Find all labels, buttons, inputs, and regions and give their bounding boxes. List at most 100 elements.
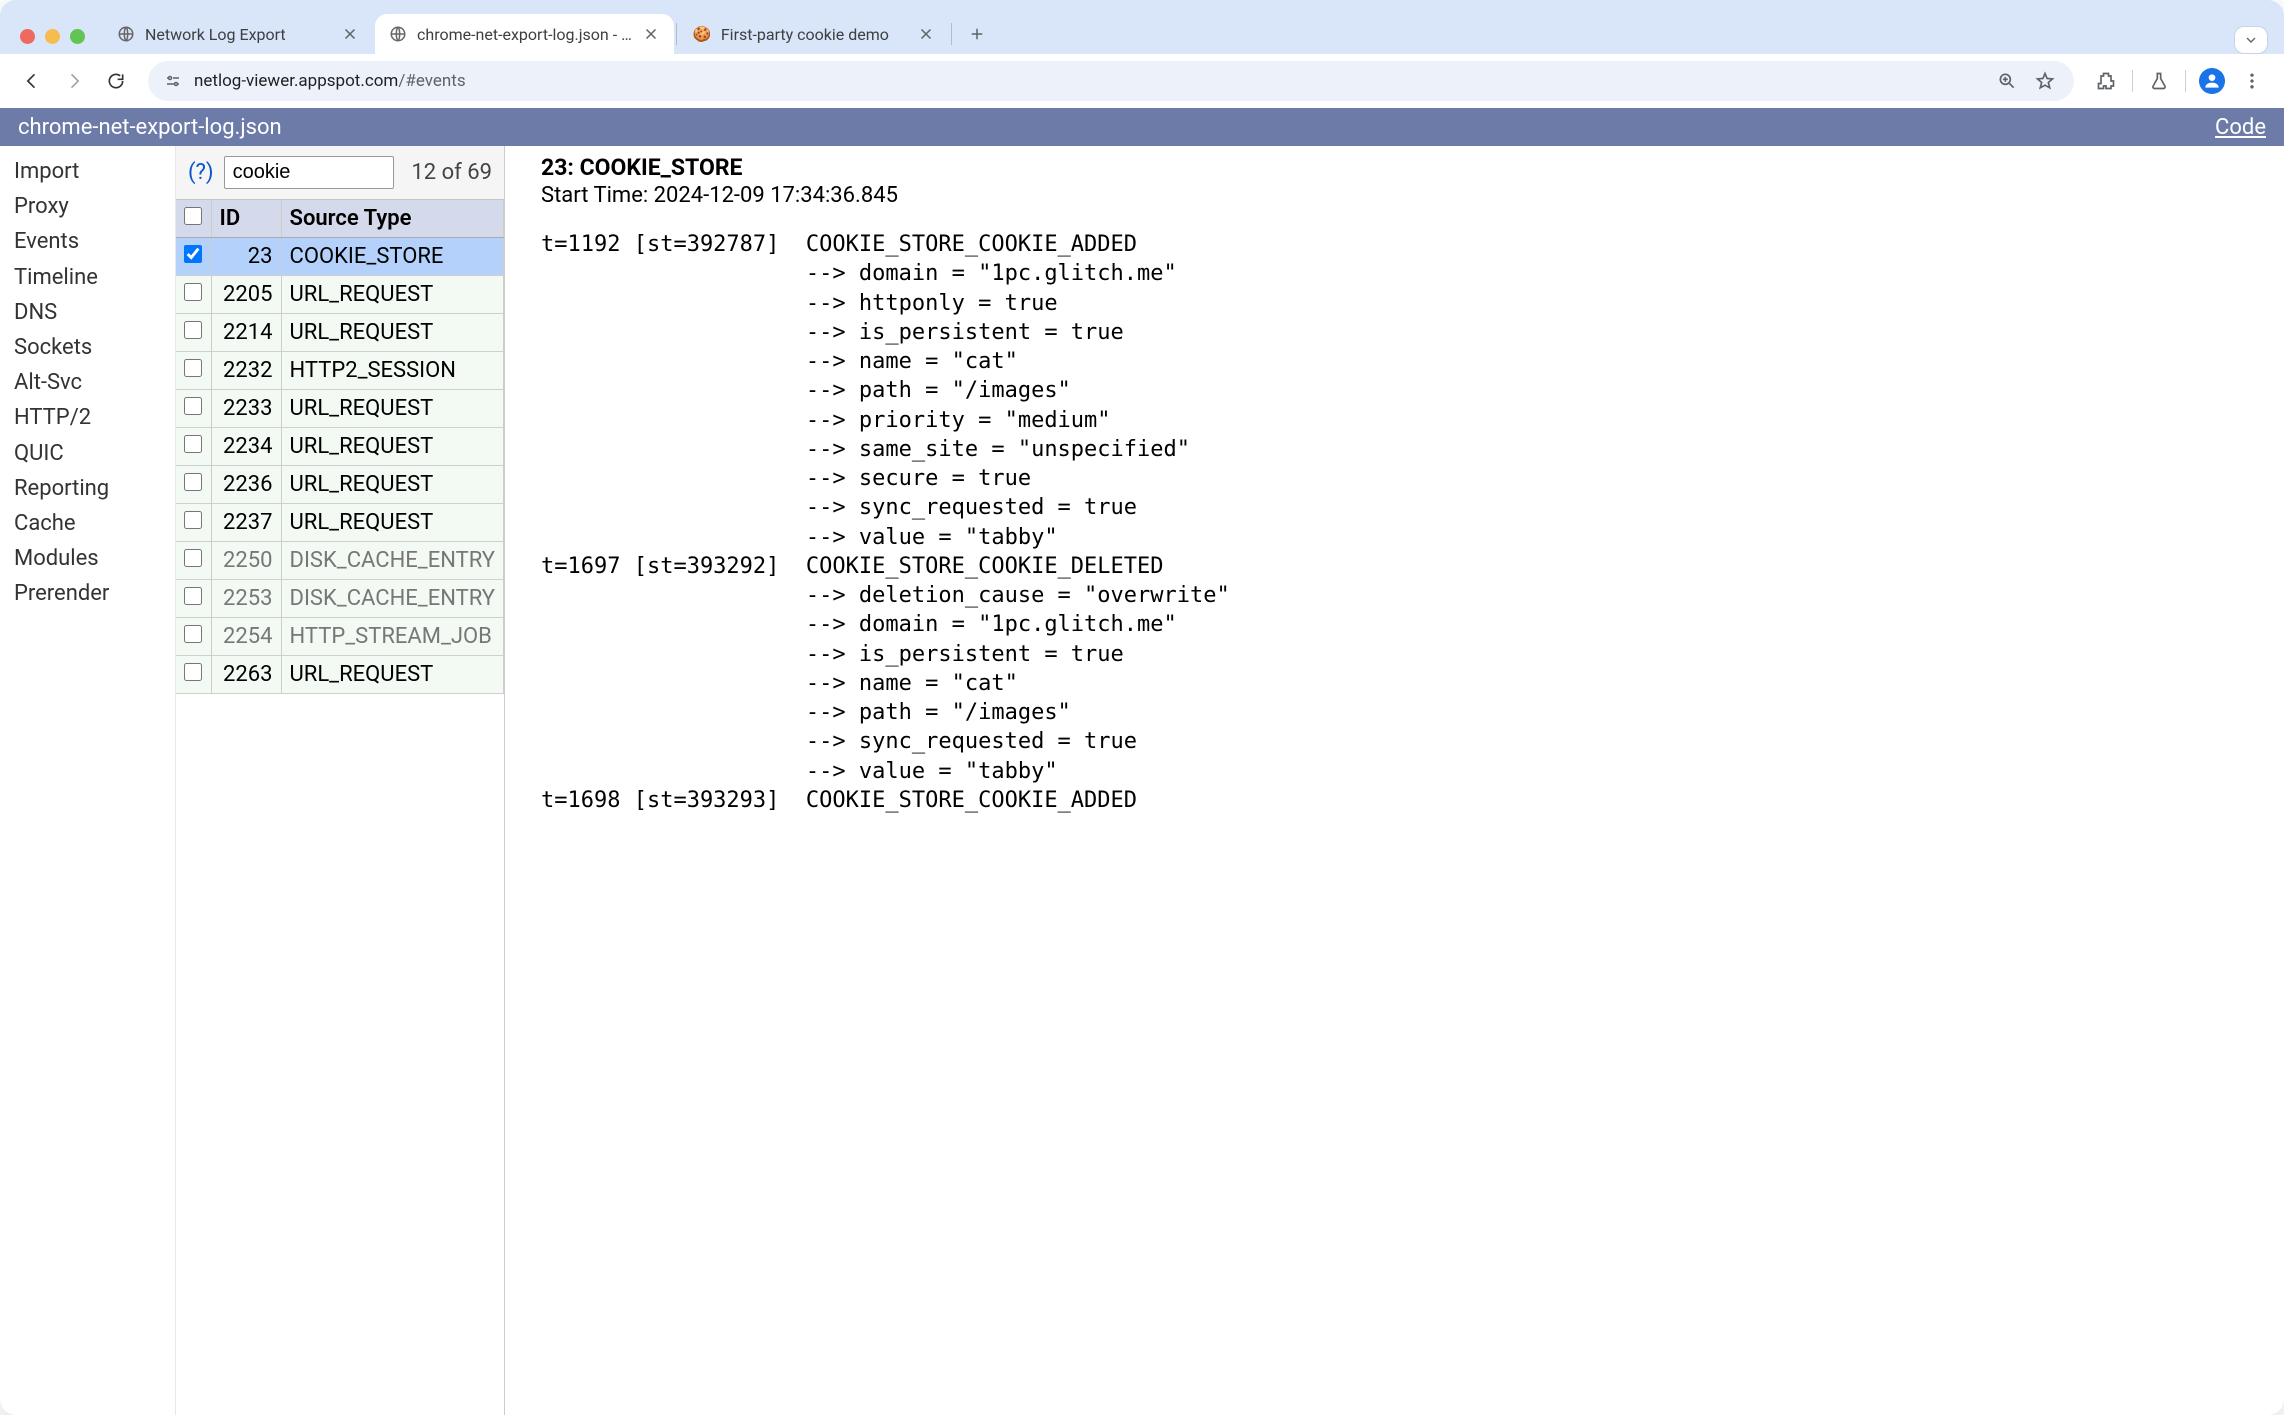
table-row[interactable]: 2232HTTP2_SESSION: [176, 352, 504, 390]
nav-item-proxy[interactable]: Proxy: [14, 189, 161, 224]
row-id: 2263: [211, 656, 281, 694]
tab-separator: [951, 23, 952, 45]
select-all-cell: [176, 200, 211, 238]
tab-overflow-button[interactable]: [2234, 26, 2268, 54]
table-row[interactable]: 2234URL_REQUEST: [176, 428, 504, 466]
tab-strip: Network Log Export chrome-net-export-log…: [0, 0, 2284, 54]
row-type: URL_REQUEST: [281, 504, 503, 542]
profile-button[interactable]: [2194, 63, 2230, 99]
row-checkbox-cell: [176, 618, 211, 656]
nav-item-reporting[interactable]: Reporting: [14, 471, 161, 506]
row-checkbox-cell: [176, 238, 211, 276]
row-id: 2232: [211, 352, 281, 390]
table-row[interactable]: 2237URL_REQUEST: [176, 504, 504, 542]
row-checkbox-cell: [176, 466, 211, 504]
table-row[interactable]: 2254HTTP_STREAM_JOB: [176, 618, 504, 656]
row-type: URL_REQUEST: [281, 390, 503, 428]
nav-item-events[interactable]: Events: [14, 224, 161, 259]
labs-icon[interactable]: [2141, 63, 2177, 99]
kebab-menu-button[interactable]: [2234, 63, 2270, 99]
bookmark-icon[interactable]: [2032, 68, 2058, 94]
table-row[interactable]: 2233URL_REQUEST: [176, 390, 504, 428]
toolbar: netlog-viewer.appspot.com/#events: [0, 54, 2284, 108]
row-checkbox-cell: [176, 580, 211, 618]
filter-input[interactable]: [224, 156, 394, 189]
nav-item-modules[interactable]: Modules: [14, 541, 161, 576]
close-icon[interactable]: [642, 25, 660, 43]
row-checkbox[interactable]: [184, 321, 202, 339]
table-row[interactable]: 23COOKIE_STORE: [176, 238, 504, 276]
nav-item-quic[interactable]: QUIC: [14, 436, 161, 471]
zoom-icon[interactable]: [1994, 68, 2020, 94]
row-checkbox-cell: [176, 656, 211, 694]
row-checkbox-cell: [176, 352, 211, 390]
table-row[interactable]: 2205URL_REQUEST: [176, 276, 504, 314]
cookie-icon: 🍪: [693, 25, 711, 43]
table-row[interactable]: 2214URL_REQUEST: [176, 314, 504, 352]
new-tab-button[interactable]: [960, 17, 994, 51]
filter-row: (?) 12 of 69: [176, 146, 504, 200]
back-button[interactable]: [14, 63, 50, 99]
select-all-checkbox[interactable]: [184, 207, 202, 225]
minimize-window-button[interactable]: [45, 29, 60, 44]
row-type: URL_REQUEST: [281, 314, 503, 352]
id-header[interactable]: ID: [211, 200, 281, 238]
row-checkbox[interactable]: [184, 245, 202, 263]
row-checkbox[interactable]: [184, 625, 202, 643]
row-checkbox[interactable]: [184, 397, 202, 415]
row-type: DISK_CACHE_ENTRY: [281, 580, 503, 618]
row-type: HTTP_STREAM_JOB: [281, 618, 503, 656]
url-text: netlog-viewer.appspot.com/#events: [194, 71, 1982, 91]
forward-button[interactable]: [56, 63, 92, 99]
row-checkbox[interactable]: [184, 359, 202, 377]
fullscreen-window-button[interactable]: [70, 29, 85, 44]
row-id: 2250: [211, 542, 281, 580]
tab-0[interactable]: Network Log Export: [103, 14, 373, 54]
close-icon[interactable]: [341, 25, 359, 43]
table-row[interactable]: 2250DISK_CACHE_ENTRY: [176, 542, 504, 580]
app-filename: chrome-net-export-log.json: [18, 115, 282, 140]
omnibox[interactable]: netlog-viewer.appspot.com/#events: [148, 61, 2074, 101]
row-type: HTTP2_SESSION: [281, 352, 503, 390]
table-row[interactable]: 2236URL_REQUEST: [176, 466, 504, 504]
app-header: chrome-net-export-log.json Code: [0, 108, 2284, 146]
close-window-button[interactable]: [20, 29, 35, 44]
site-settings-icon[interactable]: [164, 72, 182, 90]
detail-title: 23: COOKIE_STORE: [541, 154, 2280, 181]
code-link[interactable]: Code: [2215, 115, 2266, 140]
nav-item-alt-svc[interactable]: Alt-Svc: [14, 365, 161, 400]
browser-chrome: Network Log Export chrome-net-export-log…: [0, 0, 2284, 108]
close-icon[interactable]: [917, 25, 935, 43]
nav-item-cache[interactable]: Cache: [14, 506, 161, 541]
detail-start-time: Start Time: 2024-12-09 17:34:36.845: [541, 183, 2280, 208]
filter-help-link[interactable]: (?): [188, 160, 214, 185]
nav-item-prerender[interactable]: Prerender: [14, 576, 161, 611]
filter-count: 12 of 69: [411, 160, 492, 185]
tab-2[interactable]: 🍪 First-party cookie demo: [679, 14, 949, 54]
table-row[interactable]: 2253DISK_CACHE_ENTRY: [176, 580, 504, 618]
row-type: URL_REQUEST: [281, 428, 503, 466]
row-id: 23: [211, 238, 281, 276]
nav-item-dns[interactable]: DNS: [14, 295, 161, 330]
row-id: 2254: [211, 618, 281, 656]
row-checkbox[interactable]: [184, 435, 202, 453]
nav-item-http-2[interactable]: HTTP/2: [14, 400, 161, 435]
extensions-icon[interactable]: [2088, 63, 2124, 99]
toolbar-right: [2088, 63, 2270, 99]
nav-item-import[interactable]: Import: [14, 154, 161, 189]
row-checkbox[interactable]: [184, 473, 202, 491]
type-header[interactable]: Source Type: [281, 200, 503, 238]
table-row[interactable]: 2263URL_REQUEST: [176, 656, 504, 694]
traffic-lights: [14, 29, 101, 54]
row-id: 2233: [211, 390, 281, 428]
row-checkbox[interactable]: [184, 283, 202, 301]
row-checkbox[interactable]: [184, 663, 202, 681]
row-checkbox[interactable]: [184, 511, 202, 529]
reload-button[interactable]: [98, 63, 134, 99]
row-checkbox[interactable]: [184, 549, 202, 567]
nav-item-sockets[interactable]: Sockets: [14, 330, 161, 365]
tab-1[interactable]: chrome-net-export-log.json - …: [375, 14, 674, 54]
row-checkbox-cell: [176, 276, 211, 314]
row-checkbox[interactable]: [184, 587, 202, 605]
nav-item-timeline[interactable]: Timeline: [14, 260, 161, 295]
